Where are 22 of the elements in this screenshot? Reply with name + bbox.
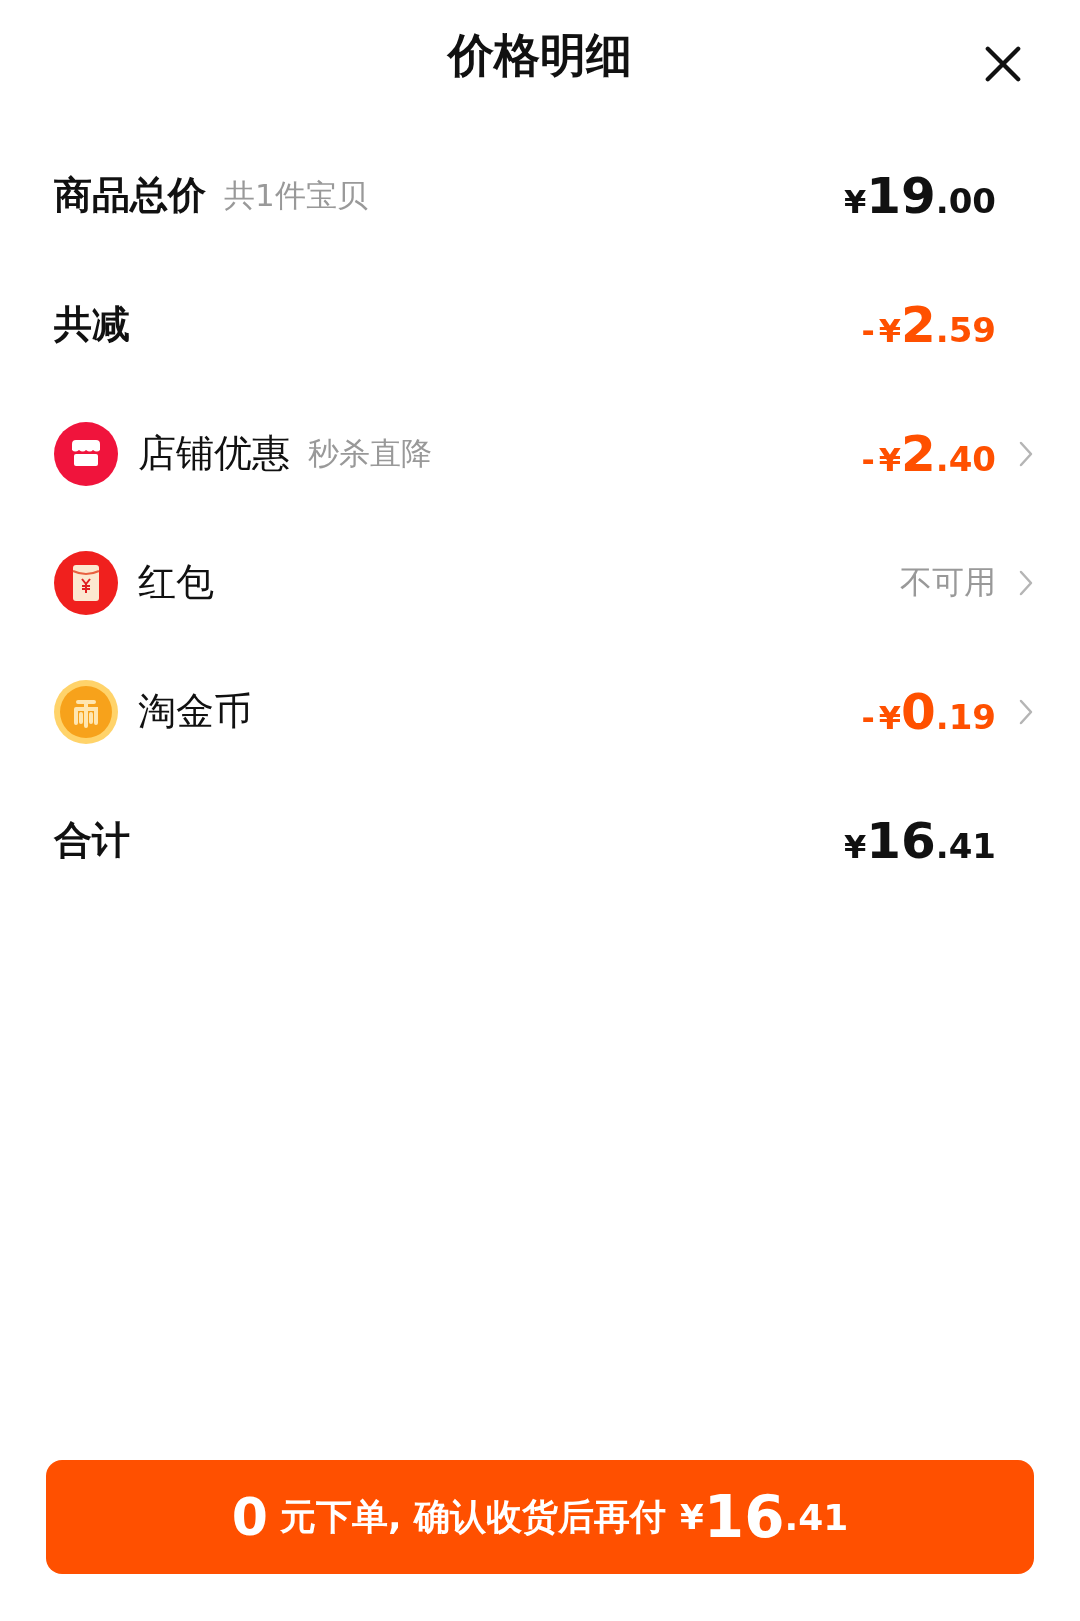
row-label: 店铺优惠 <box>138 430 290 477</box>
status-text: 不可用 <box>900 561 996 603</box>
price-text: -¥2.59 <box>861 295 996 354</box>
shop-icon <box>54 421 118 486</box>
page-title: 价格明细 <box>448 27 632 84</box>
price-text: -¥0.19 <box>861 682 996 741</box>
price-text: ¥16.41 <box>843 811 996 870</box>
price-text: ¥19.00 <box>843 166 996 225</box>
row-label: 合计 <box>54 817 130 864</box>
coin-icon <box>54 679 118 744</box>
row-label: 淘金币 <box>138 688 252 735</box>
row-note: 共1件宝贝 <box>224 175 368 215</box>
chevron-right-icon[interactable] <box>1018 568 1034 597</box>
row-label: 红包 <box>138 559 214 606</box>
chevron-right-icon[interactable] <box>1018 439 1034 468</box>
price-text: -¥2.40 <box>861 424 996 483</box>
close-icon[interactable] <box>984 45 1022 83</box>
chevron-right-icon[interactable] <box>1018 697 1034 726</box>
envelope-icon <box>54 550 118 615</box>
row-label: 商品总价 <box>54 172 206 219</box>
row-note: 秒杀直降 <box>308 433 432 473</box>
row-label: 共减 <box>54 301 130 348</box>
